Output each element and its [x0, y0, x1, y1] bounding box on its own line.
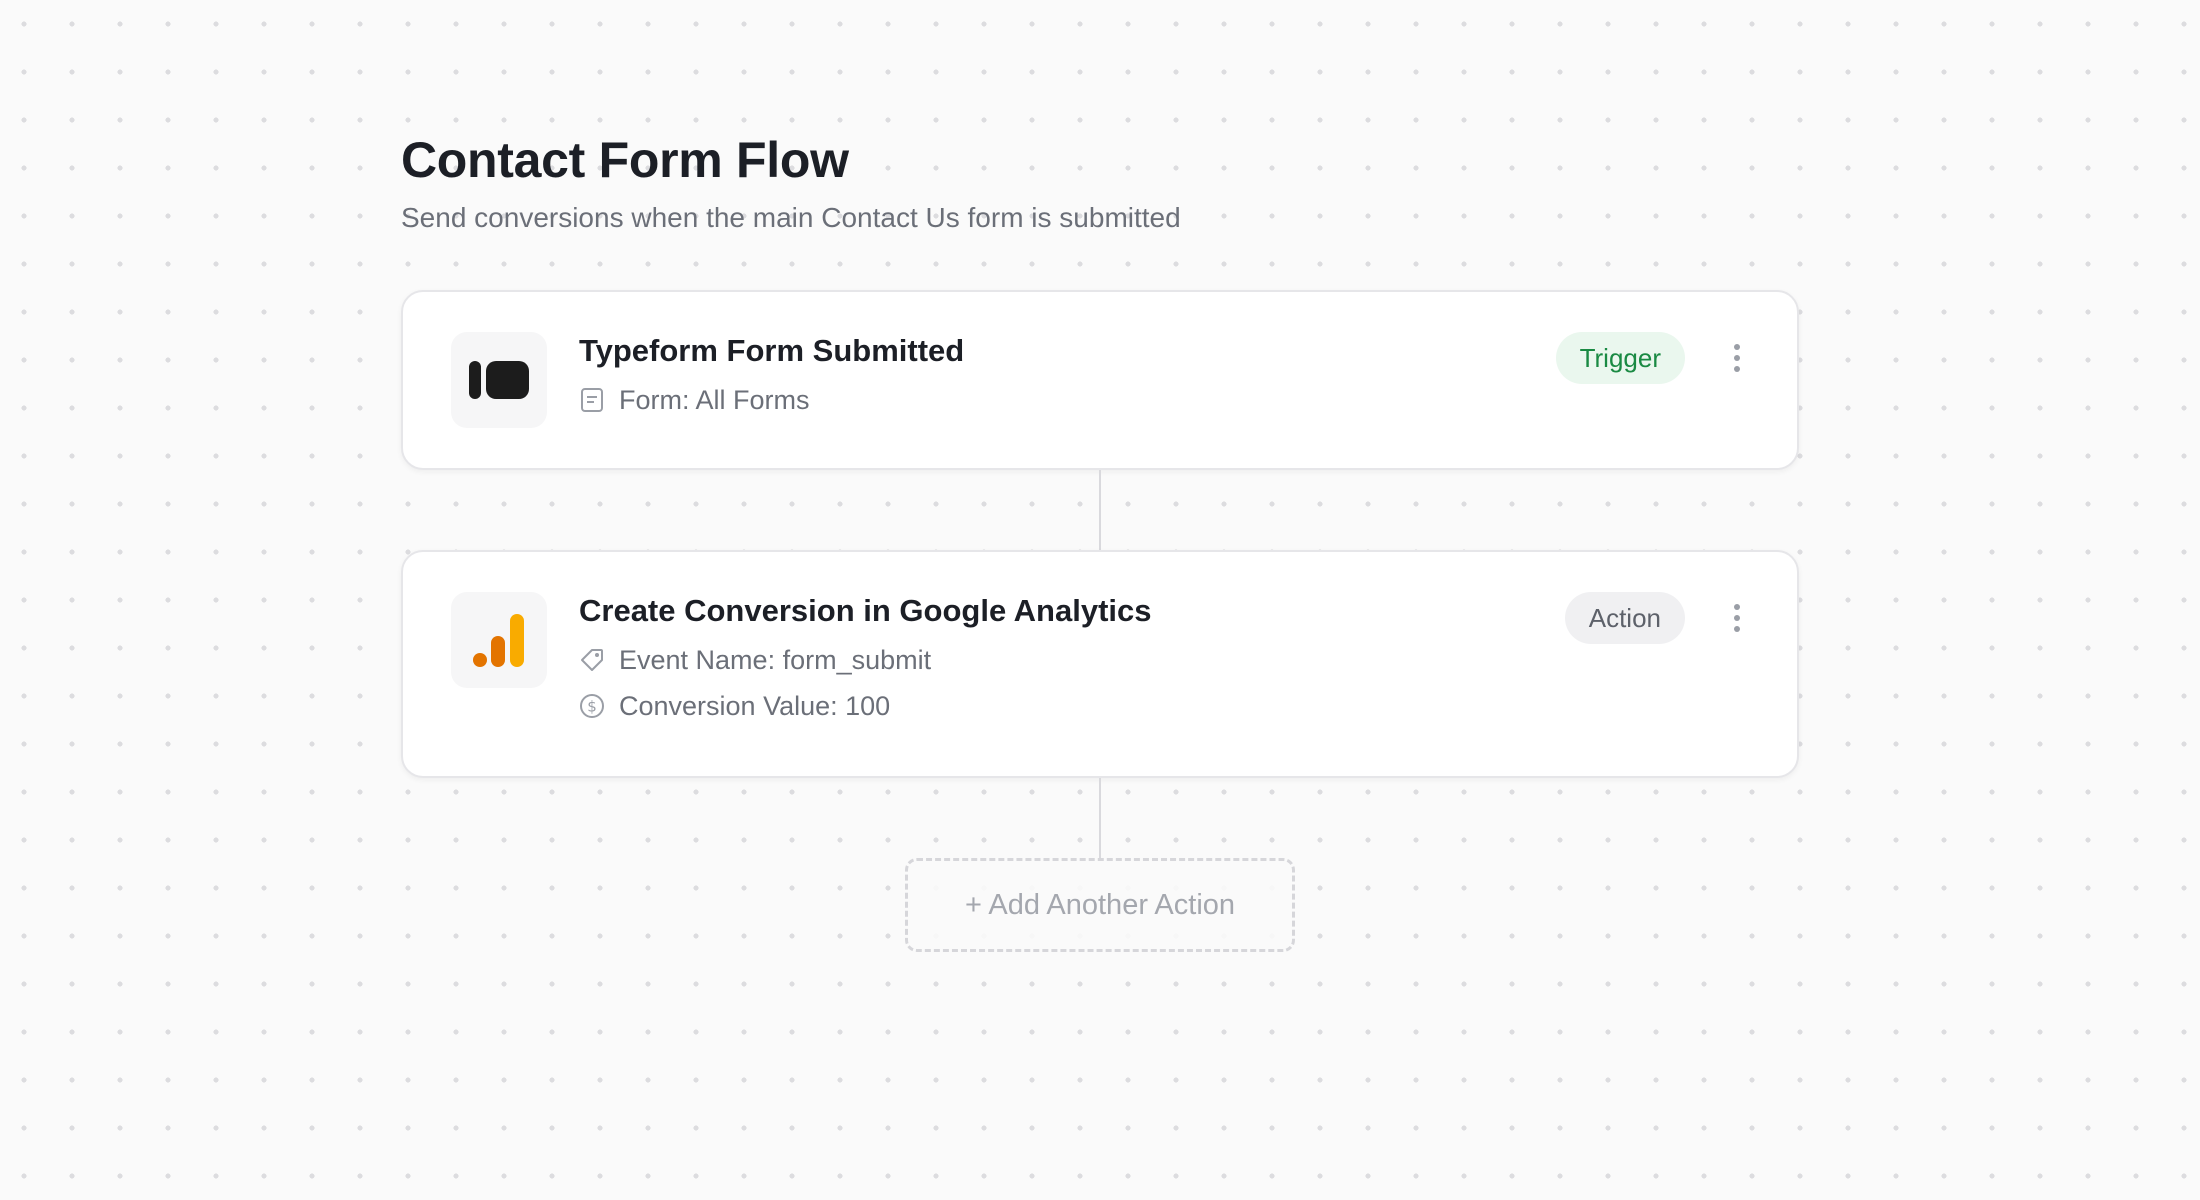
more-vertical-icon	[1734, 604, 1740, 610]
step-detail-text: Form: All Forms	[619, 385, 810, 415]
flow-editor: Contact Form Flow Send conversions when …	[401, 124, 1801, 952]
more-options-button[interactable]	[1725, 596, 1749, 640]
more-options-button[interactable]	[1725, 336, 1749, 380]
tag-icon	[579, 647, 605, 673]
action-step-body: Create Conversion in Google Analytics Ev…	[579, 590, 1152, 726]
step-detail-text: Event Name: form_submit	[619, 645, 932, 675]
page-title: Contact Form Flow	[401, 132, 849, 188]
trigger-step-card[interactable]: Typeform Form Submitted Form: All Forms …	[401, 290, 1799, 470]
step-detail-form: Form: All Forms	[579, 380, 964, 420]
add-another-action-button[interactable]: + Add Another Action	[905, 858, 1295, 952]
form-document-icon	[579, 387, 605, 413]
step-title: Create Conversion in Google Analytics	[579, 593, 1152, 628]
trigger-step-body: Typeform Form Submitted Form: All Forms	[579, 330, 964, 420]
step-detail-text: Conversion Value: 100	[619, 691, 891, 721]
svg-text:$: $	[587, 698, 597, 716]
action-step-card[interactable]: Create Conversion in Google Analytics Ev…	[401, 550, 1799, 778]
step-detail-conversion-value: $ Conversion Value: 100	[579, 686, 1152, 726]
step-detail-event-name: Event Name: form_submit	[579, 640, 1152, 680]
step-title: Typeform Form Submitted	[579, 333, 965, 368]
google-analytics-logo-icon	[451, 592, 547, 688]
dollar-circle-icon: $	[579, 693, 605, 719]
trigger-badge: Trigger	[1555, 332, 1685, 384]
step-connector	[1099, 470, 1101, 550]
step-connector	[1099, 778, 1101, 858]
more-vertical-icon	[1734, 344, 1740, 350]
action-badge: Action	[1564, 592, 1685, 644]
page-subtitle: Send conversions when the main Contact U…	[401, 202, 1181, 233]
typeform-logo-icon	[451, 332, 547, 428]
